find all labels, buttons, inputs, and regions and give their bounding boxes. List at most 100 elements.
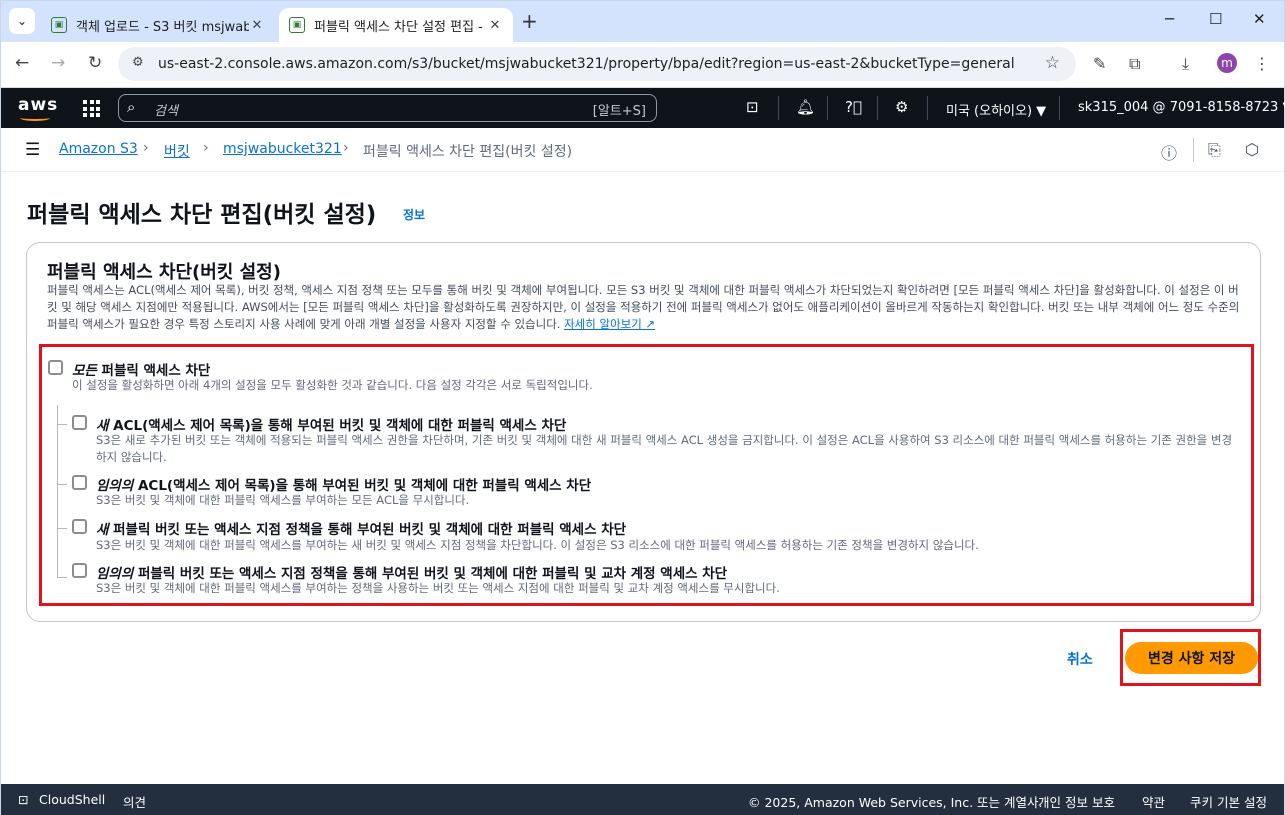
info-link[interactable]: 정보 [403,206,425,223]
learn-more-link[interactable]: 자세히 알아보기 ↗ [564,317,655,331]
feedback-link[interactable]: 의견 [123,792,146,811]
divider [778,96,779,120]
tree-line [57,424,67,425]
aws-logo[interactable]: aws [18,95,59,121]
option-new-acl-help: S3은 새로 추가된 버킷 또는 객체에 적용되는 퍼블릭 액세스 권한을 차단… [96,433,1233,464]
block-all-label[interactable]: 모든 퍼블릭 액세스 차단 [72,359,210,379]
section-title: 퍼블릭 액세스 차단(버킷 설정) [47,262,281,283]
breadcrumb-amazon-s3[interactable]: Amazon S3 [59,141,138,157]
breadcrumb-buckets[interactable]: 버킷 [164,141,190,161]
region-selector[interactable]: 미국 (오하이오) ▼ [946,100,1046,119]
s3-favicon-icon: ▣ [51,17,67,33]
aws-smile-icon [20,115,50,121]
cloudshell-link[interactable]: CloudShell [39,792,105,807]
option-new-acl-checkbox[interactable] [72,415,87,430]
close-window-icon[interactable]: ✕ [1253,10,1266,28]
help-icon[interactable]: ?⃝ [845,98,862,116]
minimize-icon[interactable]: ─ [1165,10,1174,28]
option-any-acl-help: S3은 버킷 및 객체에 대한 퍼블릭 액세스를 부여하는 모든 ACL을 무시… [96,493,470,507]
settings-gear-icon[interactable]: ⚙ [895,98,908,116]
option-any-acl-checkbox[interactable] [72,475,87,490]
section-description: 퍼블릭 액세스는 ACL(액세스 제어 목록), 버킷 정책, 액세스 지점 정… [47,282,1245,333]
security-shield-icon[interactable]: ⬡ [1245,140,1259,159]
breadcrumb-current-page: 퍼블릭 액세스 차단 편집(버킷 설정) [363,144,573,160]
extension-icon[interactable]: ✎ [1093,54,1106,73]
chevron-right-icon: › [143,140,149,156]
divider [827,96,828,120]
option-label-rest: 퍼블릭 버킷 또는 액세스 지점 정책을 통해 부여된 버킷 및 객체에 대한 … [108,522,627,538]
browser-toolbar: ← → ↻ ⚙ us-east-2.console.aws.amazon.com… [1,42,1284,88]
url-text[interactable]: us-east-2.console.aws.amazon.com/s3/buck… [158,56,1015,72]
tab-close-icon[interactable]: ✕ [487,18,503,33]
terms-link[interactable]: 약관 [1142,792,1165,811]
option-any-acl-label[interactable]: 임의의 ACL(액세스 제어 목록)을 통해 부여된 버킷 및 객체에 대한 퍼… [96,474,591,494]
tree-line [57,528,67,529]
tab-title: 객체 업로드 - S3 버킷 msjwabucket321 [76,19,249,35]
option-any-policy-help: S3은 버킷 및 객체에 대한 퍼블릭 액세스를 부여하는 정책을 사용하는 버… [96,581,780,595]
new-tab-button[interactable]: + [521,9,538,33]
divider [1059,96,1060,120]
cloudshell-footer-icon[interactable]: ⊡ [18,792,28,807]
cloudshell-icon[interactable]: ⊡ [746,98,759,116]
notes-icon[interactable]: ⎘ [1208,140,1221,160]
block-all-help: 이 설정을 활성화하면 아래 4개의 설정을 모두 활성화한 것과 같습니다. … [72,378,593,392]
back-icon[interactable]: ← [15,53,29,73]
chevron-right-icon: › [203,140,209,156]
breadcrumb-bucket-name[interactable]: msjwabucket321 [223,141,342,157]
aws-logo-text: aws [18,95,59,115]
option-new-policy-checkbox[interactable] [72,519,87,534]
option-label-em: 새 [96,522,109,538]
cancel-button[interactable]: 취소 [1067,649,1093,669]
search-icon: ⌕ [127,98,136,116]
s3-favicon-icon: ▣ [289,17,305,33]
search-shortcut-hint: [알트+S] [592,104,646,119]
privacy-link[interactable]: 개인 정보 보호 [1038,792,1115,811]
extensions-puzzle-icon[interactable]: ⧉ [1129,54,1140,74]
notifications-bell-icon[interactable]: 🔔︎ [796,98,815,116]
tab-title: 퍼블릭 액세스 차단 설정 편집 - S3 [314,19,487,35]
cookie-preferences-link[interactable]: 쿠키 기본 설정 [1190,792,1267,811]
address-bar[interactable]: ⚙ us-east-2.console.aws.amazon.com/s3/bu… [118,47,1076,81]
option-any-policy-checkbox[interactable] [72,563,87,578]
tree-line [57,577,67,578]
console-footer: ⊡ CloudShell 의견 © 2025, Amazon Web Servi… [1,784,1284,815]
page-title: 퍼블릭 액세스 차단 편집(버킷 설정) [27,202,377,228]
search-input[interactable]: ⌕ 검색 [알트+S] [118,94,657,122]
copyright-text: © 2025, Amazon Web Services, Inc. 또는 계열사… [748,795,1043,810]
divider [877,96,878,120]
aws-top-nav: aws ⌕ 검색 [알트+S] ⊡ 🔔︎ ?⃝ ⚙ 미국 (오하이오) ▼ sk… [1,88,1285,128]
tab-search-button[interactable]: ⌄ [9,8,35,34]
bookmark-star-icon[interactable]: ☆ [1045,53,1060,73]
external-link-icon: ↗ [645,317,656,331]
search-placeholder: 검색 [154,104,178,119]
divider [1193,138,1194,162]
tab-close-icon[interactable]: ✕ [249,18,265,33]
tree-line [57,484,67,485]
save-changes-button[interactable]: 변경 사항 저장 [1125,642,1258,674]
block-all-checkbox[interactable] [48,360,63,375]
chevron-right-icon: › [343,140,349,156]
divider [927,96,928,120]
download-icon[interactable]: ⤓ [1182,54,1189,74]
option-new-policy-label[interactable]: 새 퍼블릭 버킷 또는 액세스 지점 정책을 통해 부여된 버킷 및 객체에 대… [96,518,626,538]
account-menu[interactable]: sk315_004 @ 7091-8158-8723 ▼ [1078,100,1285,115]
option-any-policy-label[interactable]: 임의의 퍼블릭 버킷 또는 액세스 지점 정책을 통해 부여된 버킷 및 객체에… [96,562,727,582]
browser-window: ⌄ ▣ 객체 업로드 - S3 버킷 msjwabucket321 ✕ ▣ 퍼블… [0,0,1285,815]
option-new-acl-label[interactable]: 새 ACL(액세스 제어 목록)을 통해 부여된 버킷 및 객체에 대한 퍼블릭… [96,414,566,434]
profile-avatar[interactable]: m [1217,53,1237,73]
maximize-icon[interactable]: ☐ [1209,10,1222,28]
learn-more-text: 자세히 알아보기 [564,317,642,331]
tab-upload-object[interactable]: ▣ 객체 업로드 - S3 버킷 msjwabucket321 ✕ [41,8,275,42]
browser-menu-icon[interactable]: ⋮ [1254,54,1270,73]
breadcrumb-bar: ☰ Amazon S3 › 버킷 › msjwabucket321 › 퍼블릭 … [1,128,1284,172]
option-new-policy-help: S3은 버킷 및 객체에 대한 퍼블릭 액세스를 부여하는 새 버킷 및 액세스… [96,538,979,552]
menu-hamburger-icon[interactable]: ☰ [25,140,40,160]
site-info-icon[interactable]: ⚙ [132,55,144,70]
reload-icon[interactable]: ↻ [88,53,102,73]
services-grid-icon[interactable] [83,100,100,117]
tab-strip: ⌄ ▣ 객체 업로드 - S3 버킷 msjwabucket321 ✕ ▣ 퍼블… [1,1,1284,42]
forward-icon[interactable]: → [51,53,65,73]
tab-block-public-access[interactable]: ▣ 퍼블릭 액세스 차단 설정 편집 - S3 ✕ [279,8,513,42]
tree-line [57,405,58,577]
info-panel-icon[interactable]: ⓘ [1161,140,1177,164]
